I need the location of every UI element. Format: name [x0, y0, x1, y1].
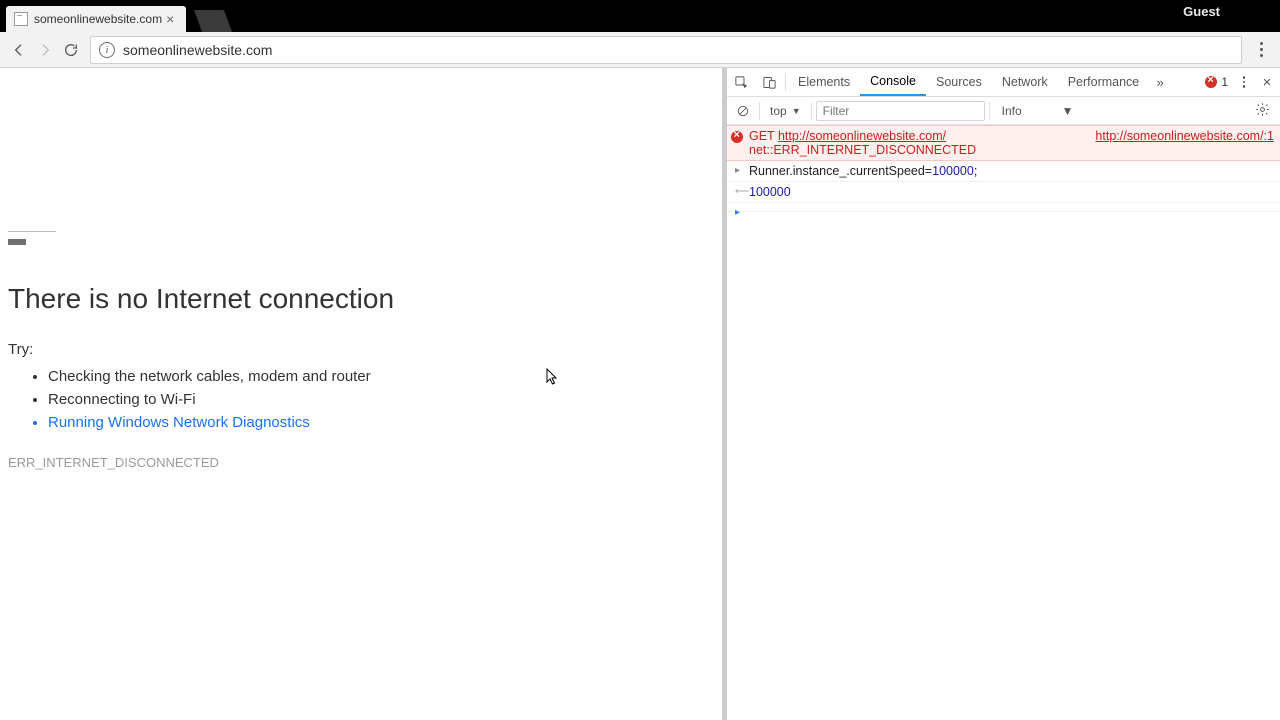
browser-tab[interactable]: someonlinewebsite.com ×: [6, 6, 186, 32]
http-method: GET: [749, 129, 774, 143]
error-tip: Checking the network cables, modem and r…: [48, 368, 718, 385]
separator: [759, 102, 760, 120]
error-icon: [731, 131, 743, 143]
context-label: top: [770, 104, 787, 118]
devtools-resize-handle[interactable]: [722, 68, 726, 720]
back-button[interactable]: [6, 37, 32, 63]
tab-title: someonlinewebsite.com: [34, 12, 162, 26]
error-tips-list: Checking the network cables, modem and r…: [48, 368, 718, 431]
mouse-cursor-icon: [546, 368, 558, 386]
error-try-label: Try:: [8, 341, 718, 358]
error-heading: There is no Internet connection: [8, 283, 718, 315]
site-info-icon[interactable]: i: [99, 42, 115, 58]
clear-console-button[interactable]: [731, 99, 755, 123]
error-counter[interactable]: 1: [1199, 68, 1234, 96]
separator: [785, 73, 786, 91]
result-caret-icon: ⟵: [735, 186, 749, 197]
new-tab-button[interactable]: [194, 10, 232, 32]
address-bar[interactable]: i someonlinewebsite.com: [90, 36, 1242, 64]
error-url-link[interactable]: http://someonlinewebsite.com/: [778, 129, 946, 143]
page-viewport: There is no Internet connection Try: Che…: [0, 68, 726, 720]
input-caret-icon: ▸: [735, 165, 740, 176]
input-code-prefix: Runner.instance_.currentSpeed=: [749, 164, 932, 178]
network-diagnostics-link[interactable]: Running Windows Network Diagnostics: [48, 414, 718, 431]
error-tip: Reconnecting to Wi-Fi: [48, 391, 718, 408]
tabs-overflow-icon[interactable]: »: [1149, 68, 1171, 96]
error-detail: net::ERR_INTERNET_DISCONNECTED: [749, 143, 976, 157]
tab-console[interactable]: Console: [860, 68, 926, 96]
log-level-label: Info: [1002, 104, 1022, 118]
console-result-row[interactable]: ⟵ 100000: [727, 182, 1280, 203]
console-settings-button[interactable]: [1255, 102, 1276, 120]
console-prompt[interactable]: ▸: [727, 203, 1280, 212]
tab-network[interactable]: Network: [992, 68, 1058, 96]
console-input-row[interactable]: ▸ Runner.instance_.currentSpeed=100000;: [727, 161, 1280, 182]
offline-dino-icon[interactable]: [8, 231, 56, 241]
browser-tabstrip: someonlinewebsite.com × Guest: [0, 0, 1280, 32]
devtools-menu-button[interactable]: [1234, 68, 1254, 96]
reload-button[interactable]: [58, 37, 84, 63]
devtools-tabbar: Elements Console Sources Network Perform…: [727, 68, 1280, 97]
chevron-down-icon: ▼: [792, 106, 801, 116]
error-badge-icon: [1205, 76, 1217, 88]
devtools-close-button[interactable]: ×: [1254, 68, 1280, 96]
tab-close-icon[interactable]: ×: [162, 12, 178, 26]
url-text: someonlinewebsite.com: [123, 42, 1233, 58]
forward-button[interactable]: [32, 37, 58, 63]
console-output[interactable]: GET http://someonlinewebsite.com/ http:/…: [727, 125, 1280, 720]
inspect-element-button[interactable]: [727, 68, 755, 96]
console-filter-input[interactable]: [816, 101, 985, 121]
separator: [811, 102, 812, 120]
console-error-row[interactable]: GET http://someonlinewebsite.com/ http:/…: [727, 125, 1280, 161]
tab-sources[interactable]: Sources: [926, 68, 992, 96]
tab-elements[interactable]: Elements: [788, 68, 860, 96]
log-level-select[interactable]: Info ▼: [994, 104, 1082, 118]
device-toolbar-button[interactable]: [755, 68, 783, 96]
error-count-value: 1: [1221, 75, 1228, 89]
error-source-link[interactable]: http://someonlinewebsite.com/:1: [1095, 129, 1274, 143]
result-value: 100000: [749, 185, 791, 199]
input-code-value: 100000: [932, 164, 974, 178]
separator: [989, 102, 990, 120]
browser-menu-button[interactable]: [1248, 37, 1274, 63]
devtools-panel: Elements Console Sources Network Perform…: [726, 68, 1280, 720]
profile-guest-label[interactable]: Guest: [1183, 4, 1220, 19]
execution-context-select[interactable]: top ▼: [764, 104, 807, 118]
prompt-caret-icon: ▸: [735, 207, 740, 218]
tab-performance[interactable]: Performance: [1058, 68, 1150, 96]
input-code-suffix: ;: [974, 164, 977, 178]
browser-toolbar: i someonlinewebsite.com: [0, 32, 1280, 68]
console-toolbar: top ▼ Info ▼: [727, 97, 1280, 125]
chevron-down-icon: ▼: [1062, 104, 1074, 118]
page-favicon-icon: [14, 12, 28, 26]
error-code: ERR_INTERNET_DISCONNECTED: [8, 455, 718, 470]
